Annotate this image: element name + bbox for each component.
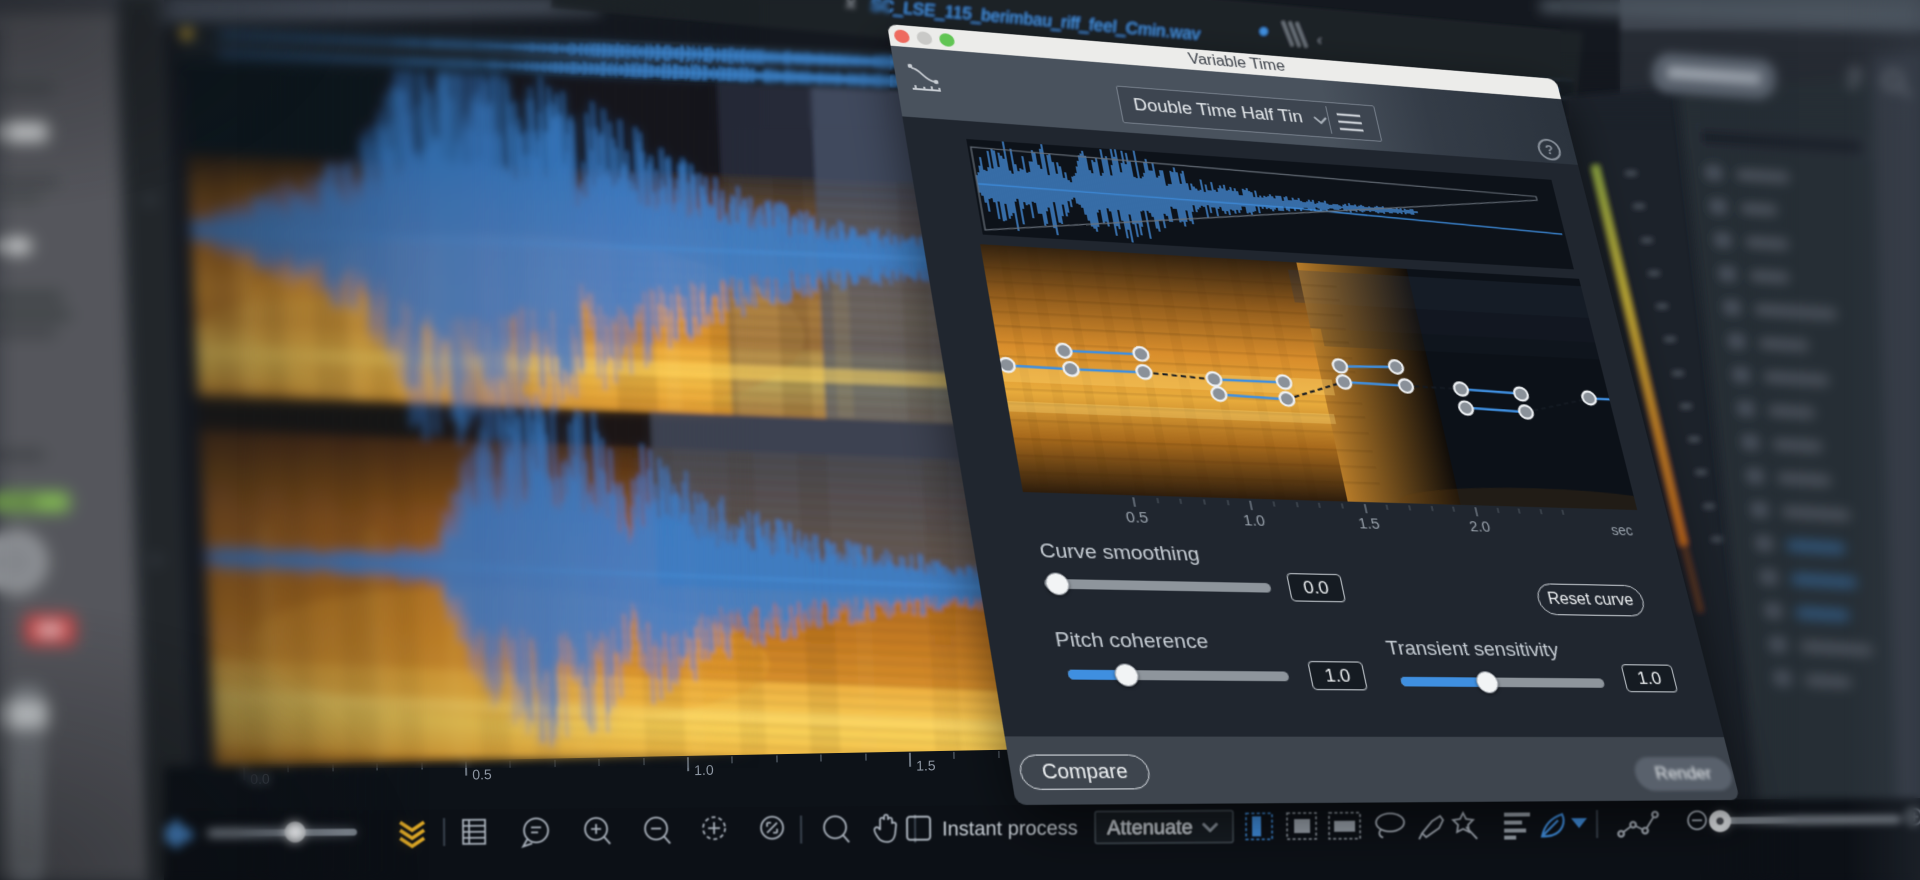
svg-text:Instant process: Instant process xyxy=(942,818,1078,841)
svg-text:2.0: 2.0 xyxy=(1468,519,1492,536)
svg-text:Attenuate: Attenuate xyxy=(1107,817,1193,840)
svg-text:1.5: 1.5 xyxy=(916,757,936,773)
svg-text:0.5: 0.5 xyxy=(472,766,492,782)
svg-text:0.5: 0.5 xyxy=(1124,509,1149,526)
svg-text:sec: sec xyxy=(1609,523,1635,539)
svg-text:1.0: 1.0 xyxy=(1242,513,1267,530)
svg-text:1.5: 1.5 xyxy=(1357,516,1381,533)
